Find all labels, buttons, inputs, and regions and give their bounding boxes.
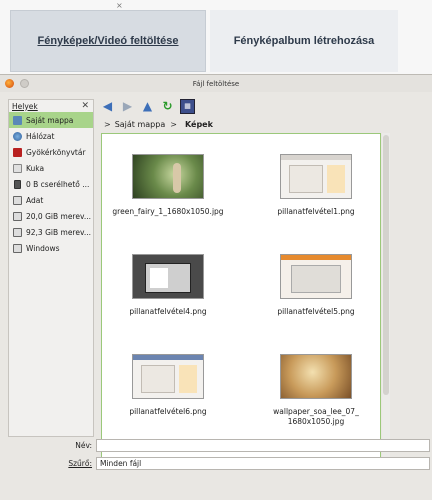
reload-icon[interactable]: ↻ [160, 99, 175, 114]
place-item-home[interactable]: Saját mappa [9, 112, 93, 128]
place-label: Saját mappa [26, 115, 74, 125]
filter-label-text: Szűrő: [68, 458, 92, 468]
file-grid-scrollbar[interactable] [382, 133, 390, 458]
file-item[interactable]: pillanatfelvétel1.png [250, 154, 380, 217]
image-thumbnail [132, 154, 204, 199]
image-thumbnail [132, 254, 204, 299]
place-label: 92,3 GiB merev... [26, 227, 91, 237]
place-label: Hálózat [26, 131, 55, 141]
scrollbar-thumb[interactable] [383, 135, 389, 395]
drive-icon [13, 227, 22, 237]
image-thumbnail [280, 154, 352, 199]
file-name: green_fairy_1_1680x1050.jpg [112, 207, 224, 216]
file-item[interactable]: green_fairy_1_1680x1050.jpg [102, 154, 234, 217]
file-item[interactable]: pillanatfelvétel4.png [102, 254, 234, 317]
file-grid: green_fairy_1_1680x1050.jpg pillanatfelv… [101, 133, 381, 458]
file-item[interactable]: pillanatfelvétel6.png [102, 354, 234, 417]
place-label: 20,0 GiB merev... [26, 211, 91, 221]
file-name: pillanatfelvétel5.png [277, 307, 355, 316]
forward-arrow-icon[interactable]: ▶ [120, 99, 135, 114]
place-label: Gyökérkönyvtár [26, 147, 86, 157]
place-item-root[interactable]: Gyökérkönyvtár [9, 144, 93, 160]
up-arrow-icon[interactable]: ▲ [140, 99, 155, 114]
webpage-background: × Fényképek/Videó feltöltése Fényképalbu… [0, 0, 432, 78]
file-name: wallpaper_soa_lee_07_ 1680x1050.jpg [273, 407, 359, 426]
file-upload-dialog: Fájl feltöltése Helyek ✕ Saját mappa Hál… [0, 74, 432, 500]
network-icon [13, 131, 22, 141]
place-item-network[interactable]: Hálózat [9, 128, 93, 144]
close-icon[interactable]: ✕ [81, 101, 89, 111]
file-item[interactable]: pillanatfelvétel5.png [250, 254, 380, 317]
navigation-toolbar: ◀ ▶ ▲ ↻ ▦ [100, 97, 200, 115]
chevron-right-icon: > [170, 120, 177, 129]
filter-row: Szűrő: Minden fájl [0, 455, 432, 471]
place-item-trash[interactable]: Kuka [9, 160, 93, 176]
dialog-title: Fájl feltöltése [192, 79, 240, 88]
usb-drive-icon [14, 179, 21, 189]
chevron-right-icon: > [104, 120, 111, 129]
filter-label: Szűrő: [0, 459, 96, 468]
dialog-titlebar[interactable]: Fájl feltöltése [0, 75, 432, 92]
name-input[interactable] [96, 438, 430, 452]
name-row: Név: [0, 437, 432, 453]
image-thumbnail [280, 254, 352, 299]
tab-create-album[interactable]: Fényképalbum létrehozása [210, 10, 398, 72]
place-label: Windows [26, 243, 60, 253]
drive-icon [13, 243, 22, 253]
file-name: pillanatfelvétel6.png [129, 407, 207, 416]
back-arrow-icon[interactable]: ◀ [100, 99, 115, 114]
drive-icon [13, 211, 22, 221]
view-mode-icon[interactable]: ▦ [180, 98, 195, 114]
root-folder-icon [13, 147, 22, 157]
home-folder-icon [13, 115, 22, 125]
close-icon[interactable]: × [116, 1, 123, 10]
places-panel: Helyek ✕ Saját mappa Hálózat Gyökérkönyv… [8, 99, 94, 437]
place-item-windows[interactable]: Windows [9, 240, 93, 256]
place-item-disk-20[interactable]: 20,0 GiB merev... [9, 208, 93, 224]
place-label: Adat [26, 195, 44, 205]
filter-select[interactable]: Minden fájl [96, 456, 430, 470]
places-title: Helyek [12, 101, 38, 111]
place-item-disk-92[interactable]: 92,3 GiB merev... [9, 224, 93, 240]
breadcrumb: > Saját mappa > Képek [100, 120, 213, 129]
breadcrumb-home[interactable]: Saját mappa [115, 120, 166, 129]
trash-icon [13, 163, 22, 173]
place-label: Kuka [26, 163, 45, 173]
name-label: Név: [75, 440, 92, 450]
file-name: pillanatfelvétel4.png [129, 307, 207, 316]
drive-icon [13, 195, 22, 205]
tab-photo-video-upload[interactable]: Fényképek/Videó feltöltése [10, 10, 206, 72]
breadcrumb-current[interactable]: Képek [185, 120, 213, 129]
place-label: 0 B cserélhető ... [26, 179, 90, 189]
place-item-removable[interactable]: 0 B cserélhető ... [9, 176, 93, 192]
file-item[interactable]: wallpaper_soa_lee_07_ 1680x1050.jpg [250, 354, 380, 427]
file-name: pillanatfelvétel1.png [277, 207, 355, 216]
image-thumbnail [280, 354, 352, 399]
place-item-data[interactable]: Adat [9, 192, 93, 208]
places-header: Helyek ✕ [9, 100, 93, 112]
image-thumbnail [132, 354, 204, 399]
